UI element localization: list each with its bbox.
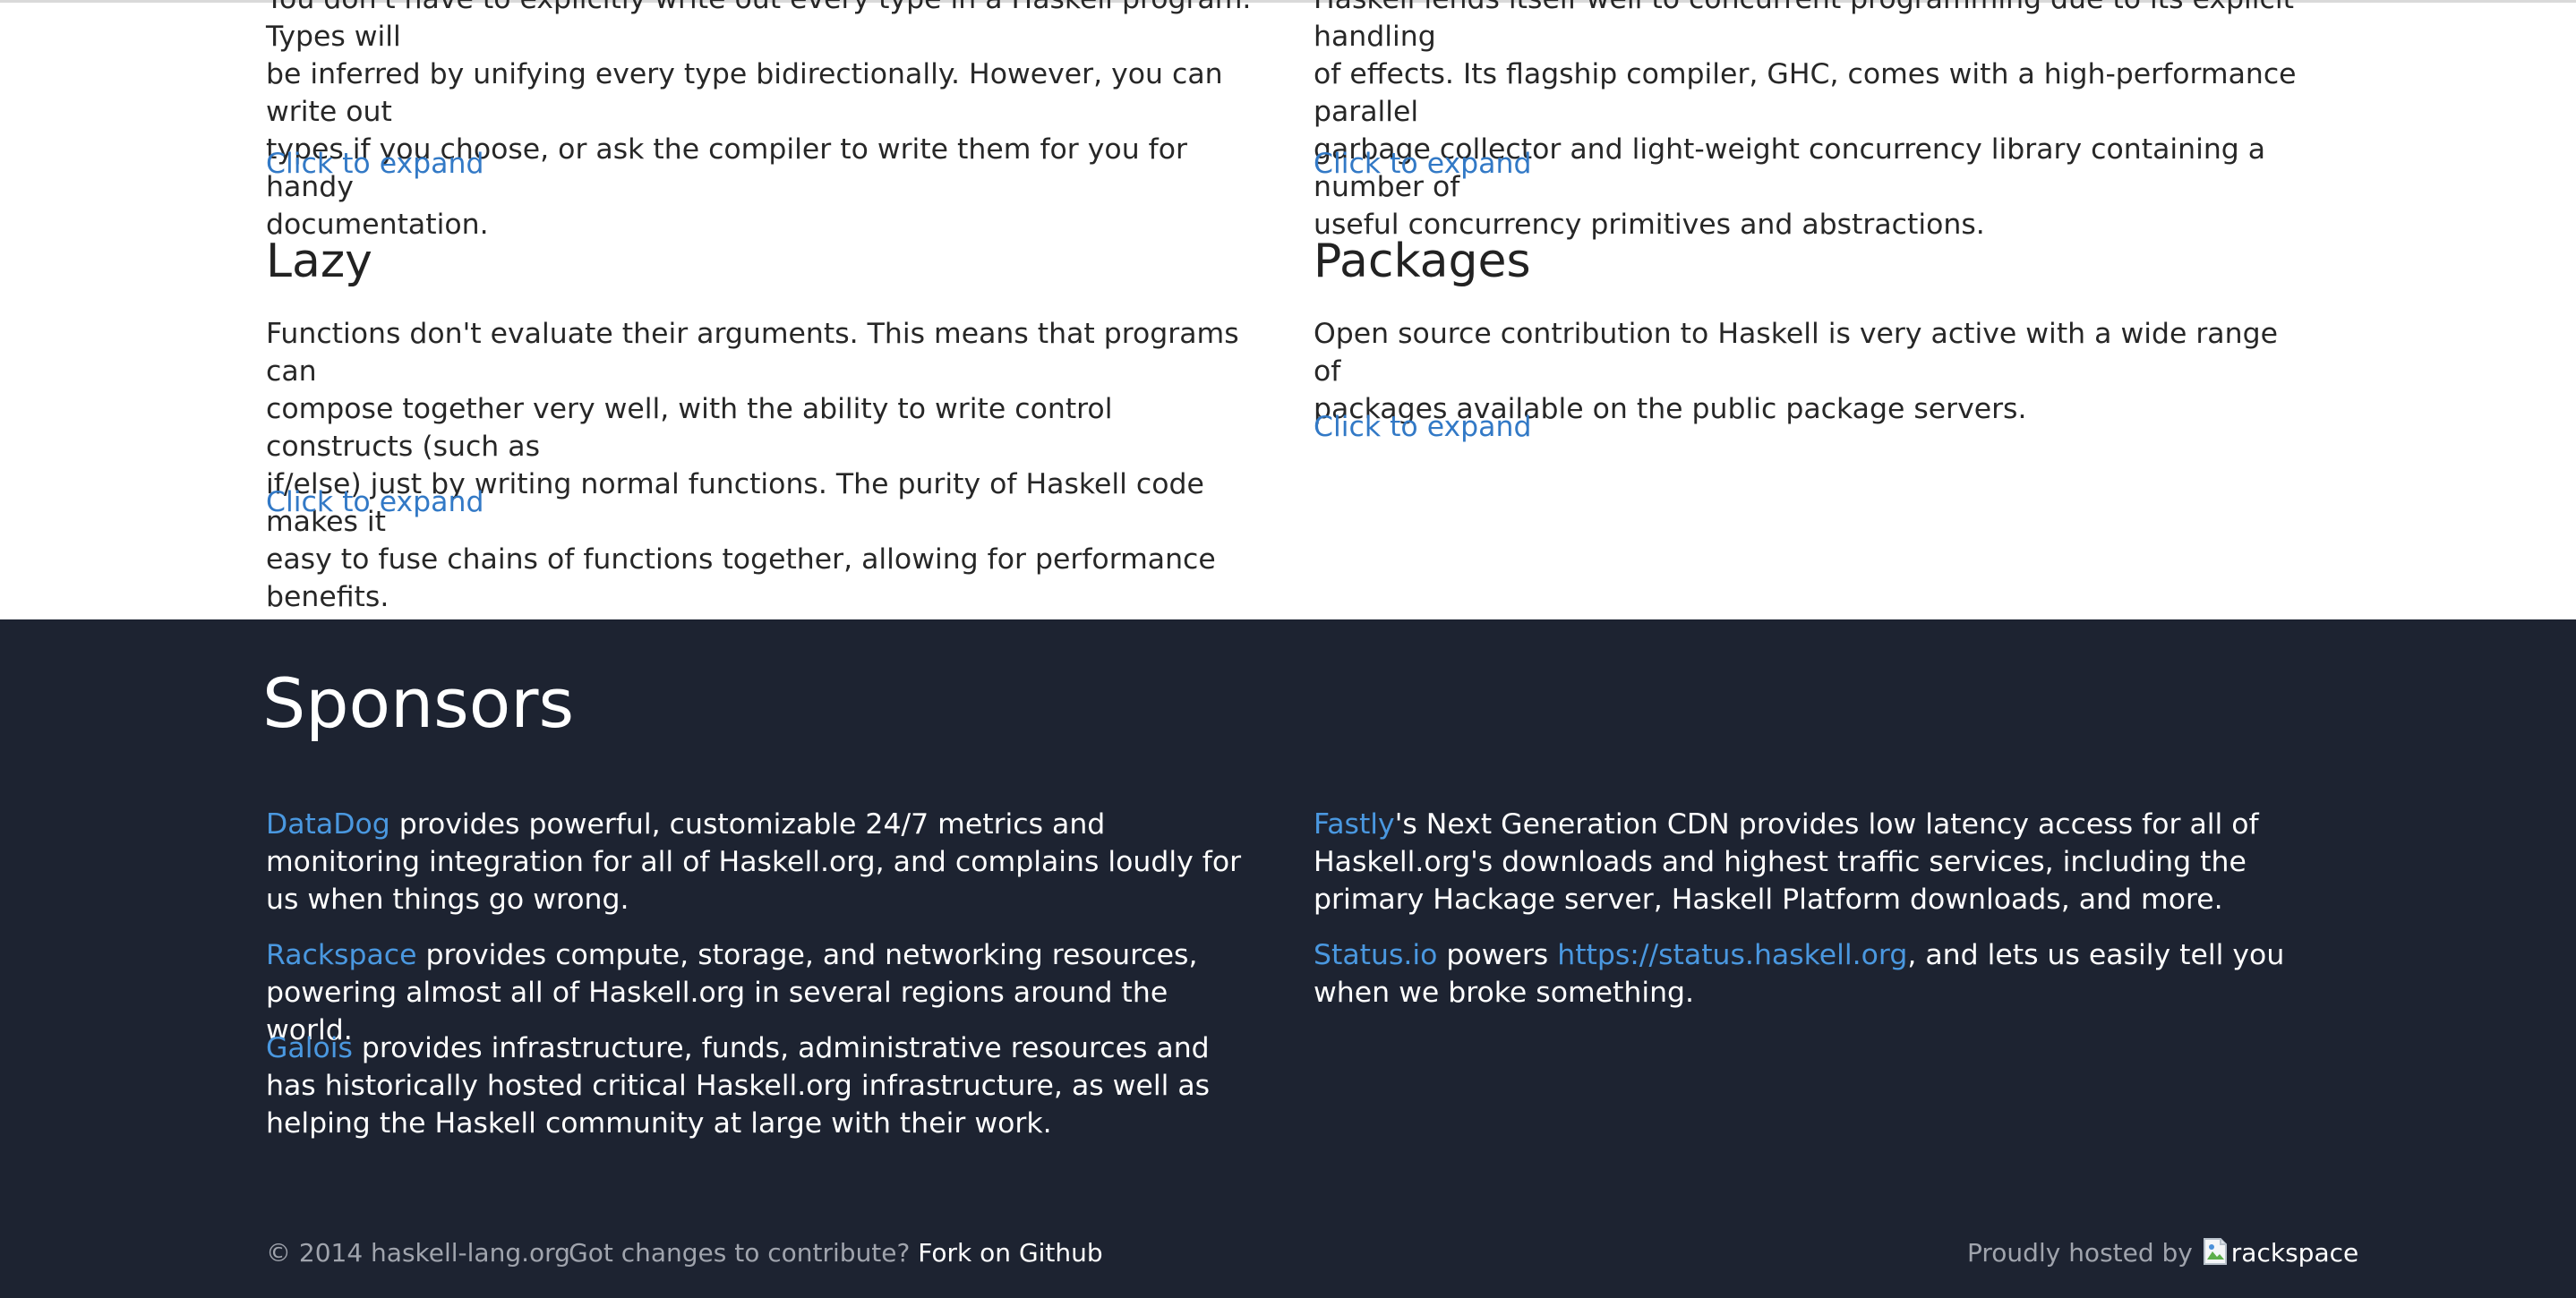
sponsor-statusio: Status.io powers https://status.haskell.… [1314,936,2307,1012]
packages-heading: Packages [1314,235,1531,288]
concurrent-description: Haskell lends itself well to concurrent … [1314,0,2297,241]
galois-link[interactable]: Galois [266,1032,353,1064]
sponsors-section: Sponsors DataDog provides powerful, cust… [0,619,2576,1298]
fastly-link[interactable]: Fastly [1314,808,1395,841]
sponsor-datadog: DataDog provides powerful, customizable … [266,806,1260,918]
copyright: © 2014 haskell-lang.org [266,1238,570,1268]
hosted-by-label: Proudly hosted by [1967,1238,2193,1268]
hosted-by: Proudly hosted by rackspace [1967,1234,2358,1272]
sponsor-fastly: Fastly's Next Generation CDN provides lo… [1314,806,2307,918]
broken-image-icon [2203,1238,2227,1265]
sponsor-galois: Galois provides infrastructure, funds, a… [266,1029,1260,1142]
contribute-note: Got changes to contribute? Fork on Githu… [569,1234,1103,1272]
features-section: You don't have to explicitly write out e… [0,0,2576,619]
fastly-description: 's Next Generation CDN provides low late… [1314,808,2259,916]
type-inference-description: You don't have to explicitly write out e… [266,0,1251,241]
datadog-description: provides powerful, customizable 24/7 met… [266,808,1242,916]
contribute-prompt: Got changes to contribute? [569,1238,911,1268]
rackspace-link[interactable]: Rackspace [266,939,416,971]
lazy-expand-link[interactable]: Click to expand [266,483,484,521]
concurrent-expand-link[interactable]: Click to expand [1314,145,1531,183]
type-inference-expand-link[interactable]: Click to expand [266,145,484,183]
rackspace-logo-alt-text: rackspace [2230,1238,2359,1268]
statusio-link[interactable]: Status.io [1314,939,1437,971]
sponsors-title: Sponsors [262,663,575,743]
statusio-description-start: powers [1437,939,1558,971]
fork-on-github-link[interactable]: Fork on Github [918,1238,1102,1268]
galois-description: provides infrastructure, funds, administ… [266,1032,1211,1140]
lazy-heading: Lazy [266,235,372,288]
datadog-link[interactable]: DataDog [266,808,390,841]
lazy-description: Functions don't evaluate their arguments… [266,318,1239,613]
packages-expand-link[interactable]: Click to expand [1314,408,1531,446]
rackspace-logo[interactable]: rackspace [2201,1234,2358,1272]
status-url-link[interactable]: https://status.haskell.org [1557,939,1907,971]
page: You don't have to explicitly write out e… [0,0,2576,1298]
